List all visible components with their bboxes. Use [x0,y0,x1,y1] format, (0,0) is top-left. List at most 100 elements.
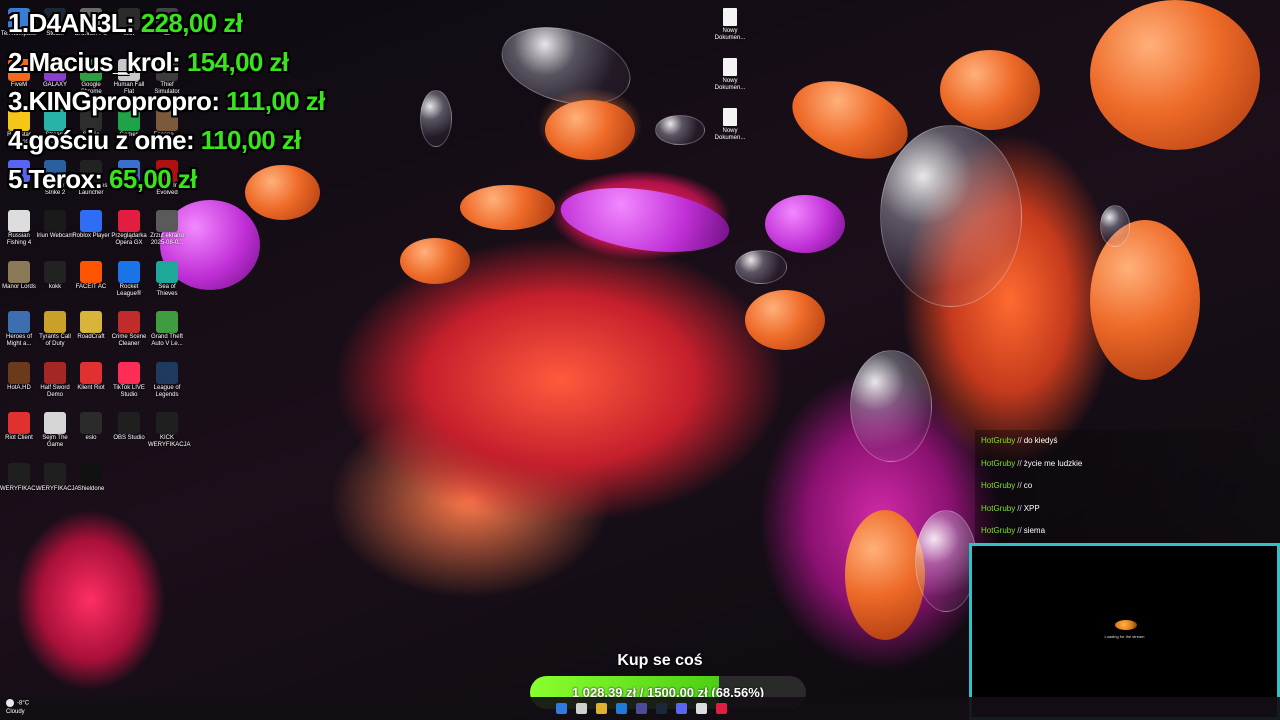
taskbar-app-icon[interactable] [636,703,647,714]
app-icon [118,210,140,232]
desktop-icon[interactable]: FACEIT AC [72,260,110,291]
app-icon [44,412,66,434]
steam-icon[interactable] [656,703,667,714]
windows-start-icon[interactable] [556,703,567,714]
app-icon [8,210,30,232]
document-label: Nowy Dokumen... [714,128,746,141]
file-explorer-icon[interactable] [596,703,607,714]
desktop-icon-label: Rocket League® [116,283,142,297]
desktop-icon[interactable]: OBS Studio [110,412,148,442]
leaderboard-amount: 65,00 zł [109,164,197,194]
leaderboard-amount: 111,00 zł [226,86,325,116]
desktop-icon[interactable]: Sejm The Game [36,412,74,449]
desktop-icon[interactable]: RoadCraft [72,311,110,341]
desktop-icon[interactable]: Manor Lords [0,260,38,291]
desktop-icon-label: League of Legends [153,384,181,398]
desktop-icon[interactable]: Grand Theft Auto V Le... [148,311,186,348]
app-icon [8,412,30,434]
desktop-icon-label: Heroes of Might a... [5,334,32,347]
chat-separator-icon: // [1017,436,1022,445]
desktop-icon[interactable]: Riot Client [0,412,38,442]
desktop-icon[interactable]: Sea of Thieves [148,260,186,298]
document-file[interactable]: Nowy Dokumen... [712,108,748,142]
desktop-icon[interactable]: Crime Scene Cleaner [110,311,148,348]
desktop-icon[interactable]: HotA.HD [0,361,38,392]
leaderboard-row: 5.Terox: 65,00 zł [8,164,325,203]
desktop-icon[interactable]: Russian Fishing 4 [0,210,38,247]
glass-bubble [735,250,787,284]
opera-gx-icon[interactable] [716,703,727,714]
document-icon [723,58,737,76]
leaderboard-row: 4.gościu z ome: 110,00 zł [8,125,325,164]
app-icon [118,311,140,333]
document-icon [723,8,737,26]
discord-icon[interactable] [676,703,687,714]
app-icon [44,361,66,384]
chat-message: HotGruby//siema [975,520,1280,543]
desktop-icon-label: Half Sword Demo [40,384,70,398]
desktop-icon[interactable]: Iriun Webcam [36,210,74,240]
weather-widget[interactable]: -8°C Cloudy [6,699,29,716]
desktop-icon[interactable]: TikTok LIVE Studio [110,361,148,399]
desktop-icon[interactable]: Shieldone [72,462,110,493]
leaderboard-name: KINGpropropro: [28,86,220,116]
leaderboard-rank: 1. [8,8,29,38]
desktop-icon[interactable]: League of Legends [148,361,186,399]
loading-text: Loading for the stream [1104,634,1145,639]
chat-overlay: HotGruby//do kiedyś HotGruby//życie me l… [975,430,1280,543]
desktop-icon[interactable]: WERYFIKAC... [0,462,41,493]
cloud-icon [6,699,14,707]
leaderboard-name: D4AN3L: [28,8,135,38]
taskbar: -8°C Cloudy [0,697,1280,720]
desktop-icon[interactable]: eslo [72,412,110,442]
chat-separator-icon: // [1017,458,1022,468]
leaderboard-rank: 3. [8,86,29,116]
desktop-icon[interactable]: Heroes of Might a... [0,311,38,348]
app-icon [80,260,102,283]
search-icon[interactable] [576,703,587,714]
desktop-icon-label: Sejm The Game [42,435,68,448]
app-icon [8,361,30,384]
donation-leaderboard: 1.D4AN3L: 228,00 zł 2.Macius_krol: 154,0… [8,8,325,203]
app-icon [118,412,140,434]
chat-text: siema [1023,526,1046,535]
desktop-icon[interactable]: Klient Riot [72,361,110,392]
chat-username: HotGruby [981,481,1016,490]
desktop-icon[interactable]: WERYFIKACJA [36,462,79,493]
desktop-icon[interactable]: Przeglądarka Opera GX [110,210,148,247]
desktop-icon[interactable]: Roblox Player [72,210,110,240]
document-file[interactable]: Nowy Dokumen... [712,58,748,92]
desktop-icon-label: Sea of Thieves [156,283,178,297]
desktop-icon[interactable]: kokk [36,260,74,291]
app-icon [156,210,178,232]
app-icon [118,260,140,283]
orange-bubble [400,238,470,284]
app-icon [156,311,178,333]
chat-message: HotGruby//do kiedyś [975,430,1280,453]
app-icon [44,260,66,283]
desktop-icon-label: Klient Riot [77,384,105,391]
desktop-icon-label: KICK WERYFIKACJA [148,435,191,448]
desktop-icon-label: Tyrants Call of Duty [39,334,71,347]
leaderboard-row: 1.D4AN3L: 228,00 zł [8,8,325,47]
obs-icon[interactable] [696,703,707,714]
desktop-icon-label: Iriun Webcam [36,233,74,239]
desktop-icon-label: OBS Studio [113,435,145,441]
desktop-icon[interactable]: Tyrants Call of Duty [36,311,74,348]
leaderboard-name: Macius_krol: [28,47,181,77]
leaderboard-name: Terox: [28,164,103,194]
chat-message: HotGruby//XPP [975,497,1280,520]
desktop-icon[interactable]: Half Sword Demo [36,361,74,399]
desktop-icon[interactable]: KICK WERYFIKACJA [148,412,191,449]
desktop-icon[interactable]: Zrzut ekranu 2025-08-0... [148,210,186,247]
app-icon [156,361,178,384]
glass-bubble [850,350,932,462]
chat-text: co [1023,481,1033,490]
app-icon [8,311,30,333]
document-file[interactable]: Nowy Dokumen... [712,8,748,42]
pink-bubble [556,178,734,262]
desktop-icon[interactable]: Rocket League® [110,260,148,298]
edge-icon[interactable] [616,703,627,714]
chat-message: HotGruby//życie me ludzkie [975,452,1280,475]
leaderboard-rank: 5. [8,164,29,194]
